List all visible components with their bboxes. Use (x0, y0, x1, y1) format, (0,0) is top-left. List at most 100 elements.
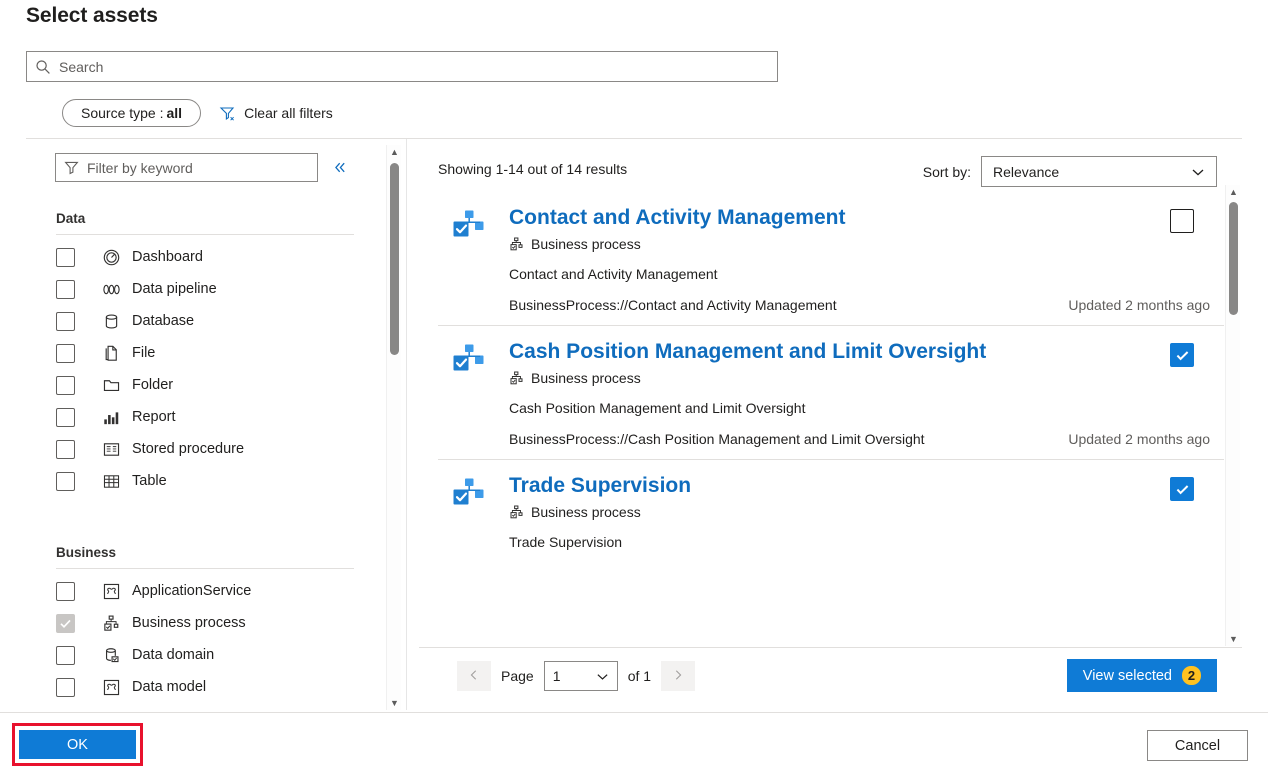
result-title-link[interactable]: Trade Supervision (509, 473, 691, 499)
facet-item-label: Report (132, 409, 176, 425)
folder-icon (101, 375, 121, 395)
source-type-filter-pill[interactable]: Source type : all (62, 99, 201, 127)
panel-separator (406, 139, 407, 710)
facet-item-folder[interactable]: Folder (56, 372, 173, 398)
facet-item-business-process[interactable]: Business process (56, 610, 246, 636)
facet-checkbox[interactable] (56, 344, 75, 363)
result-description: Contact and Activity Management (509, 266, 1224, 282)
scroll-down-icon[interactable]: ▼ (387, 696, 402, 710)
result-title-link[interactable]: Cash Position Management and Limit Overs… (509, 339, 986, 365)
facet-checkbox[interactable] (56, 472, 75, 491)
result-title-link[interactable]: Contact and Activity Management (509, 205, 845, 231)
facet-checkbox[interactable] (56, 248, 75, 267)
application-service-icon (101, 581, 121, 601)
result-description: Cash Position Management and Limit Overs… (509, 400, 1224, 416)
keyword-filter-input[interactable] (87, 160, 309, 176)
filter-clear-icon (219, 105, 236, 122)
page-number-select[interactable]: 1 (544, 661, 618, 691)
select-assets-dialog: Select assets Source type : all Clear al… (0, 0, 1268, 768)
facet-item-data-pipeline[interactable]: Data pipeline (56, 276, 217, 302)
result-updated: Updated 2 months ago (1068, 297, 1210, 313)
result-select-checkbox[interactable] (1170, 477, 1194, 501)
result-item[interactable]: Trade Supervision Business process (438, 459, 1224, 562)
results-list: Contact and Activity Management Busi (438, 192, 1224, 646)
facet-item-label: Data pipeline (132, 281, 217, 297)
result-type: Business process (509, 236, 1224, 252)
facet-checkbox[interactable] (56, 614, 75, 633)
report-icon (101, 407, 121, 427)
facet-item-label: ApplicationService (132, 583, 251, 599)
scroll-down-icon[interactable]: ▼ (1226, 632, 1241, 646)
search-icon (35, 59, 51, 75)
facet-item-label: Dashboard (132, 249, 203, 265)
page-label: Page (501, 668, 534, 684)
results-count: Showing 1-14 out of 14 results (438, 161, 627, 177)
next-page-button[interactable] (661, 661, 695, 691)
facet-item-file[interactable]: File (56, 340, 155, 366)
scroll-up-icon[interactable]: ▲ (387, 145, 402, 159)
dialog-body: Data Dashboard Data pipeline (0, 139, 1268, 710)
view-selected-button[interactable]: View selected 2 (1067, 659, 1217, 692)
facet-item-label: Folder (132, 377, 173, 393)
sort-by-select[interactable]: Relevance (981, 156, 1217, 187)
result-meta-row: BusinessProcess://Cash Position Manageme… (509, 431, 1224, 447)
facet-checkbox[interactable] (56, 582, 75, 601)
footer-divider (0, 712, 1268, 713)
view-selected-label: View selected (1083, 668, 1172, 684)
facet-item-report[interactable]: Report (56, 404, 176, 430)
search-input[interactable] (59, 59, 769, 75)
scrollbar-thumb[interactable] (390, 163, 399, 355)
chevron-double-left-icon[interactable] (328, 157, 350, 179)
result-qualified-name: BusinessProcess://Cash Position Manageme… (509, 431, 925, 447)
funnel-icon (64, 160, 79, 175)
facet-item-label: Stored procedure (132, 441, 244, 457)
results-scrollbar[interactable]: ▲ ▼ (1225, 185, 1240, 646)
facet-checkbox[interactable] (56, 312, 75, 331)
ok-button[interactable]: OK (19, 730, 136, 759)
facet-checkbox[interactable] (56, 646, 75, 665)
business-process-asset-icon (452, 477, 485, 510)
result-select-checkbox[interactable] (1170, 343, 1194, 367)
facet-checkbox[interactable] (56, 280, 75, 299)
facet-scrollbar[interactable]: ▲ ▼ (386, 145, 401, 710)
result-type: Business process (509, 504, 1224, 520)
facet-section-rule (56, 234, 354, 235)
result-description: Trade Supervision (509, 534, 1224, 550)
previous-page-button[interactable] (457, 661, 491, 691)
facet-checkbox[interactable] (56, 376, 75, 395)
cancel-button[interactable]: Cancel (1147, 730, 1248, 761)
facet-item-data-domain[interactable]: Data domain (56, 642, 214, 668)
facet-checkbox[interactable] (56, 440, 75, 459)
data-model-icon (101, 677, 121, 697)
facet-item-database[interactable]: Database (56, 308, 194, 334)
stored-procedure-icon (101, 439, 121, 459)
scrollbar-thumb[interactable] (1229, 202, 1238, 315)
source-type-label: Source type : (81, 105, 164, 121)
clear-all-filters-button[interactable]: Clear all filters (219, 105, 333, 122)
result-select-checkbox[interactable] (1170, 209, 1194, 233)
search-box[interactable] (26, 51, 778, 82)
result-item[interactable]: Cash Position Management and Limit Overs… (438, 325, 1224, 459)
business-process-icon (509, 505, 524, 520)
table-icon (101, 471, 121, 491)
scroll-up-icon[interactable]: ▲ (1226, 185, 1241, 199)
result-meta-row: BusinessProcess://Contact and Activity M… (509, 297, 1224, 313)
data-domain-icon (101, 645, 121, 665)
chevron-down-icon (596, 670, 609, 683)
keyword-filter-box[interactable] (55, 153, 318, 182)
result-type: Business process (509, 370, 1224, 386)
facet-item-stored-procedure[interactable]: Stored procedure (56, 436, 244, 462)
facet-item-label: File (132, 345, 155, 361)
result-item[interactable]: Contact and Activity Management Busi (438, 192, 1224, 325)
selected-count-badge: 2 (1182, 666, 1201, 685)
facet-item-table[interactable]: Table (56, 468, 167, 494)
sort-by-control: Sort by: Relevance (923, 156, 1217, 187)
facet-checkbox[interactable] (56, 408, 75, 427)
facet-item-applicationservice[interactable]: ApplicationService (56, 578, 251, 604)
facet-item-dashboard[interactable]: Dashboard (56, 244, 203, 270)
facet-checkbox[interactable] (56, 678, 75, 697)
results-footer-divider (419, 647, 1242, 648)
facet-item-data-model[interactable]: Data model (56, 674, 206, 700)
chevron-left-icon (468, 668, 480, 684)
page-title: Select assets (26, 4, 158, 28)
